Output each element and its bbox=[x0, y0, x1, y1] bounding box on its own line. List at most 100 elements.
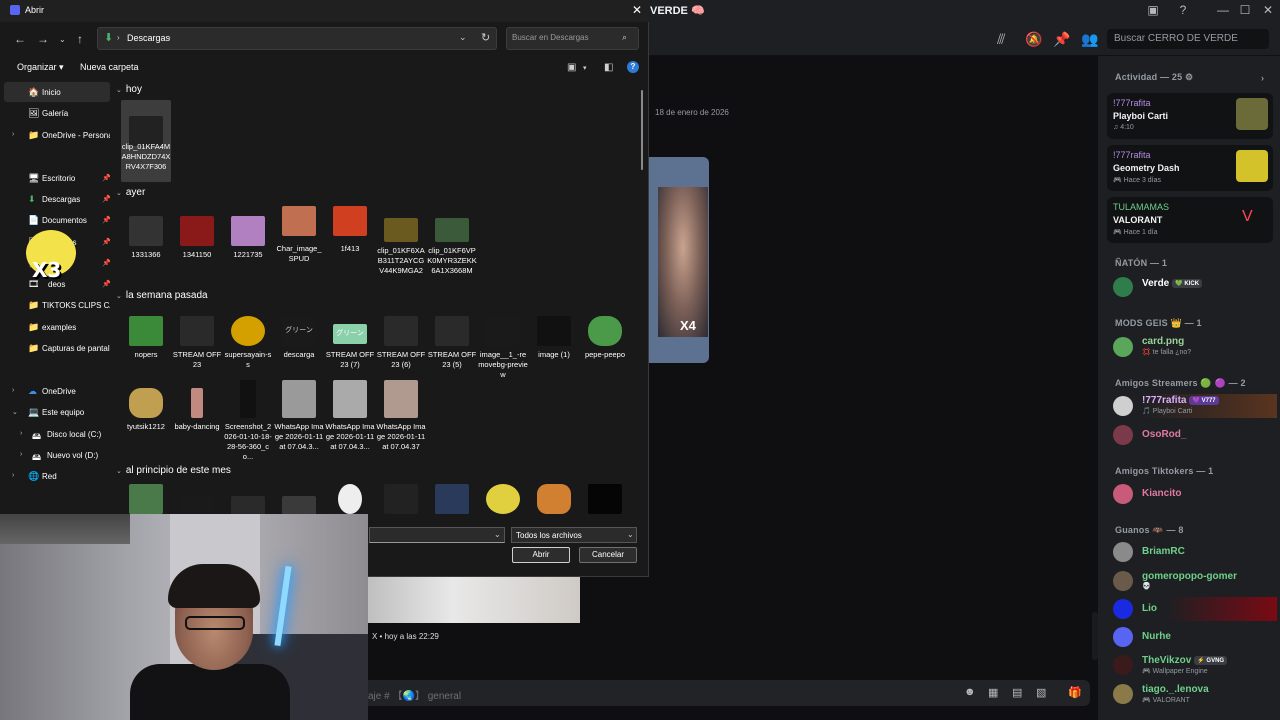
new-folder-button[interactable]: Nueva carpeta bbox=[80, 62, 139, 72]
message-image-attachment[interactable] bbox=[368, 577, 580, 623]
close-icon[interactable]: ✕ bbox=[632, 3, 642, 17]
file-item[interactable]: 1221735 bbox=[223, 216, 273, 276]
image-upload-icon[interactable]: ▧ bbox=[1036, 686, 1046, 699]
file-item[interactable]: グリーン descarga bbox=[274, 316, 324, 376]
chevron-right-icon[interactable]: › bbox=[1261, 73, 1264, 83]
chevron-down-icon[interactable]: ⌄ bbox=[59, 35, 66, 44]
member-row[interactable]: Lio bbox=[1107, 597, 1277, 621]
up-arrow-icon[interactable]: ↑ bbox=[77, 32, 83, 46]
chevron-right-icon[interactable]: › bbox=[12, 131, 14, 138]
nav-item-documentos[interactable]: 📄 Documentos 📌 bbox=[4, 210, 110, 230]
member-row[interactable]: BriamRC bbox=[1107, 540, 1277, 564]
file-item[interactable] bbox=[580, 484, 630, 520]
file-item[interactable] bbox=[376, 484, 426, 520]
file-item[interactable]: tyutsik1212 bbox=[121, 388, 171, 448]
members-icon[interactable]: 👥 bbox=[1081, 31, 1098, 48]
search-icon[interactable]: ⌕ bbox=[622, 32, 627, 43]
help-icon[interactable]: ? bbox=[627, 61, 639, 73]
file-list-scrollbar[interactable] bbox=[640, 90, 644, 510]
nav-item-galeria[interactable]: 🖼 Galería bbox=[4, 103, 110, 123]
group-header[interactable]: ⌄ ayer bbox=[116, 187, 145, 198]
file-item[interactable]: image (1) bbox=[529, 316, 579, 376]
file-item[interactable] bbox=[478, 484, 528, 520]
file-item[interactable]: clip_01KFA4MA8HNDZD74XRV4X7F306 bbox=[121, 100, 171, 182]
nav-item-onedrive[interactable]: › ☁ OneDrive bbox=[4, 381, 110, 401]
open-button[interactable]: Abrir bbox=[512, 547, 570, 563]
message-video-attachment[interactable] bbox=[648, 157, 709, 363]
file-item[interactable]: STREAM OFF 23 bbox=[172, 316, 222, 376]
chevron-right-icon[interactable]: › bbox=[20, 451, 22, 458]
member-row[interactable]: card.png 💢 te falla ¿no? bbox=[1107, 335, 1277, 359]
nav-item-disco-d[interactable]: › 🖴 Nuevo vol (D:) bbox=[4, 445, 110, 465]
nav-item-inicio[interactable]: 🏠 Inicio bbox=[4, 82, 110, 102]
member-row[interactable]: Verde 💚 KICK bbox=[1107, 275, 1277, 299]
pin-icon[interactable]: 📌 bbox=[1053, 31, 1070, 48]
file-type-select[interactable]: Todos los archivos bbox=[511, 527, 637, 543]
refresh-icon[interactable]: ↻ bbox=[481, 31, 490, 44]
forward-arrow-icon[interactable]: → bbox=[37, 32, 49, 46]
chevron-right-icon[interactable]: › bbox=[12, 387, 14, 394]
file-item[interactable]: STREAM OFF 23 (6) bbox=[376, 316, 426, 376]
nav-item-disco-c[interactable]: › 🖴 Disco local (C:) bbox=[4, 424, 110, 444]
chevron-down-icon[interactable]: ⌄ bbox=[459, 32, 467, 43]
minimize-icon[interactable]: — bbox=[1213, 3, 1233, 17]
nav-item-red[interactable]: › 🌐 Red bbox=[4, 466, 110, 486]
nav-item-descargas[interactable]: ⬇ Descargas 📌 bbox=[4, 189, 110, 209]
organize-button[interactable]: Organizar ▾ bbox=[17, 62, 64, 73]
breadcrumb[interactable]: Descargas bbox=[127, 33, 170, 43]
server-search-input[interactable]: Buscar CERRO DE VERDE bbox=[1107, 29, 1269, 49]
mute-bell-icon[interactable]: 🔕 bbox=[1025, 31, 1042, 48]
sticker-icon[interactable]: ▤ bbox=[1012, 686, 1022, 699]
chevron-right-icon[interactable]: › bbox=[20, 430, 22, 437]
file-item[interactable]: WhatsApp Image 2026-01-11 at 07.04.37 bbox=[376, 380, 426, 455]
member-row[interactable]: OsoRod_ bbox=[1107, 423, 1277, 447]
gif-icon[interactable]: ▦ bbox=[988, 686, 998, 699]
preview-pane-icon[interactable]: ◧ bbox=[604, 62, 613, 73]
nav-item-tiktoks-clips[interactable]: 📁TIKTOKS CLIPS CAP bbox=[4, 295, 110, 315]
maximize-icon[interactable]: ☐ bbox=[1235, 3, 1255, 17]
view-options-icon[interactable]: ▣ bbox=[567, 62, 576, 73]
nav-item-examples[interactable]: 📁 examples bbox=[4, 317, 110, 337]
cancel-button[interactable]: Cancelar bbox=[579, 547, 637, 563]
filename-input[interactable] bbox=[369, 527, 505, 543]
file-item[interactable]: supersayain-ss bbox=[223, 316, 273, 376]
file-item[interactable]: clip_01KF6VPK0MYR3ZEKK6A1X3668M bbox=[427, 218, 477, 288]
group-header[interactable]: ⌄ la semana pasada bbox=[116, 290, 208, 301]
nav-item-capturas[interactable]: 📁 Capturas de pantall bbox=[4, 338, 110, 358]
file-item[interactable]: clip_01KF6XAB311T2AYCGV44K9MGA2 bbox=[376, 218, 426, 288]
file-item[interactable] bbox=[427, 484, 477, 520]
member-row[interactable]: !777rafita 💜 V777 🎵 Playboi Carti bbox=[1107, 394, 1277, 418]
chevron-down-icon[interactable]: ⌄ bbox=[627, 530, 634, 539]
member-row[interactable]: Kiancito bbox=[1107, 482, 1277, 506]
file-item[interactable]: Char_image_SPUD bbox=[274, 206, 324, 276]
member-row[interactable]: tiago._.lenova 🎮 VALORANT bbox=[1107, 682, 1277, 706]
gift-icon[interactable]: 🎁 bbox=[1068, 686, 1082, 699]
file-item[interactable]: 1f413 bbox=[325, 206, 375, 276]
file-item[interactable]: pepe-peepo bbox=[580, 316, 630, 376]
file-item[interactable]: 1341150 bbox=[172, 216, 222, 276]
chevron-down-icon[interactable]: ⌄ bbox=[494, 530, 501, 539]
file-item[interactable]: nopers bbox=[121, 316, 171, 376]
back-arrow-icon[interactable]: ← bbox=[14, 32, 26, 46]
group-header[interactable]: ⌄ al principio de este mes bbox=[116, 465, 231, 476]
nav-item-escritorio[interactable]: 🖥 Escritorio 📌 bbox=[4, 168, 110, 188]
member-row[interactable]: Nurhe bbox=[1107, 625, 1277, 649]
file-item[interactable]: image__1_-removebg-preview bbox=[478, 316, 528, 379]
chevron-right-icon[interactable]: › bbox=[12, 472, 14, 479]
nav-item-onedrive-personal[interactable]: › 📁 OneDrive - Persona bbox=[4, 125, 110, 145]
close-icon[interactable]: ✕ bbox=[1258, 3, 1278, 17]
file-item[interactable]: WhatsApp Image 2026-01-11 at 07.04.3... bbox=[274, 380, 324, 455]
chevron-down-icon[interactable]: ▾ bbox=[583, 64, 587, 72]
help-icon[interactable]: ? bbox=[1173, 3, 1193, 17]
file-item[interactable] bbox=[529, 484, 579, 520]
file-item[interactable]: グリーン STREAM OFF 23 (7) bbox=[325, 316, 375, 376]
file-item[interactable]: Screenshot_2026-01-10-18-28-56-360_co... bbox=[223, 380, 273, 461]
file-item[interactable]: STREAM OFF 23 (5) bbox=[427, 316, 477, 376]
member-row[interactable]: gomeropopo-gomer 💀 bbox=[1107, 569, 1277, 593]
nav-item-este-equipo[interactable]: ⌄ 💻 Este equipo bbox=[4, 402, 110, 422]
threads-icon[interactable]: ⫻ bbox=[997, 31, 1005, 48]
inbox-icon[interactable]: ▣ bbox=[1143, 3, 1163, 17]
chevron-down-icon[interactable]: ⌄ bbox=[12, 408, 18, 416]
emoji-picker-icon[interactable]: ☻ bbox=[964, 686, 976, 698]
file-item[interactable]: 1331366 bbox=[121, 216, 171, 276]
